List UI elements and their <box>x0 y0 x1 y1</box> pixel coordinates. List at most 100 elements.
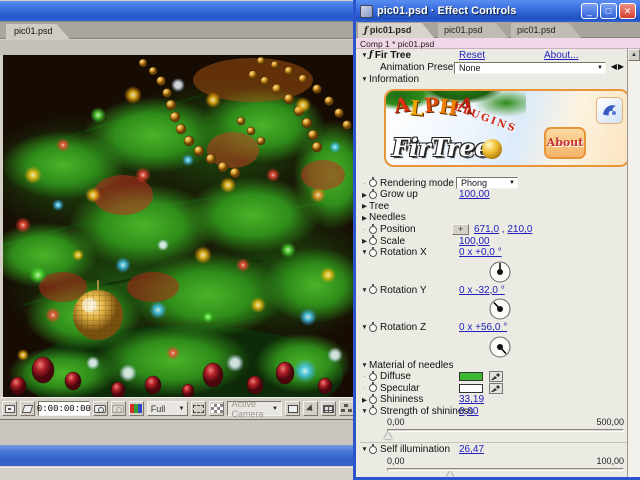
shininess-label: Shininess <box>380 394 423 405</box>
effect-name: Fir Tree <box>375 50 411 61</box>
wireframe-button[interactable] <box>285 401 300 416</box>
slider-handle[interactable] <box>384 432 392 439</box>
eyedropper-icon[interactable] <box>489 371 503 382</box>
about-link[interactable]: About... <box>544 50 578 61</box>
slider-min: 0,00 <box>387 417 405 427</box>
stopwatch-icon[interactable] <box>369 237 377 245</box>
position-x[interactable]: 671,0 <box>474 224 499 235</box>
animation-presets-dropdown[interactable]: None ▼ <box>454 62 606 74</box>
rotation-y-value[interactable]: 0 x -32,0 ° <box>459 285 505 296</box>
vertical-scrollbar[interactable]: ▲ <box>627 49 640 477</box>
timeline-window-titlebar[interactable] <box>0 445 356 466</box>
rotation-x-value[interactable]: 0 x +0,0 ° <box>459 247 502 258</box>
reset-link[interactable]: Reset <box>459 50 485 61</box>
grow-up-value[interactable]: 100,00 <box>459 189 490 200</box>
composition-image[interactable] <box>3 55 353 397</box>
timecode-display[interactable]: 0:00:00:00 <box>38 401 90 416</box>
strength-slider[interactable] <box>356 427 627 441</box>
position-y[interactable]: 210,0 <box>507 224 532 235</box>
stopwatch-icon[interactable] <box>369 286 377 294</box>
eyedropper-icon[interactable] <box>489 383 503 394</box>
flowchart-icon <box>341 404 352 413</box>
maximize-button[interactable]: □ <box>600 3 617 19</box>
tab-pic01-active[interactable]: ƒpic01.psd <box>358 23 434 38</box>
background-window-titlebar[interactable] <box>0 1 356 21</box>
chevron-down-icon: ▼ <box>597 65 603 71</box>
rgb-channels-icon <box>130 404 142 413</box>
effect-controls-titlebar[interactable]: pic01.psd · Effect Controls _ □ ✕ <box>356 0 640 22</box>
rotation-z-dial[interactable] <box>356 334 627 360</box>
transparency-grid-button[interactable] <box>209 401 224 416</box>
stopwatch-icon[interactable] <box>369 324 377 332</box>
collapse-arrow-icon[interactable]: ▼ <box>360 52 369 59</box>
resolution-dropdown[interactable]: Full▼ <box>147 401 189 416</box>
rendering-mode-label: Rendering mode <box>380 178 454 189</box>
slider-handle[interactable] <box>446 471 454 478</box>
expand-arrow-icon[interactable]: ▶ <box>360 202 369 210</box>
stopwatch-icon[interactable] <box>369 446 377 454</box>
collapse-arrow-icon[interactable]: ▼ <box>360 76 369 83</box>
close-button[interactable]: ✕ <box>619 3 636 19</box>
position-crosshair-button[interactable]: + <box>452 224 469 235</box>
composition-tab[interactable]: pic01.psd <box>6 24 71 40</box>
expand-arrow-icon[interactable]: ▶ <box>360 214 369 222</box>
composition-margin <box>0 40 356 55</box>
snapshot-button[interactable] <box>93 401 108 416</box>
page-arrows-icon[interactable]: ◀▶ <box>611 62 625 71</box>
stopwatch-icon[interactable] <box>369 384 377 392</box>
self-illumination-slider-range: 0,00 100,00 <box>356 456 627 466</box>
rotation-z-label: Rotation Z <box>380 322 426 333</box>
stopwatch-icon[interactable] <box>369 407 377 415</box>
magnification-button[interactable] <box>2 401 17 416</box>
scroll-up-button[interactable]: ▲ <box>628 49 640 61</box>
rotation-z-value[interactable]: 0 x +56,0 ° <box>459 322 507 333</box>
expand-arrow-icon[interactable]: ▶ <box>360 237 369 245</box>
rotation-y-dial[interactable] <box>356 296 627 322</box>
collapse-arrow-icon[interactable]: ▼ <box>360 446 369 453</box>
banner-about-button[interactable]: About <box>544 127 586 159</box>
alphaplugins-logo-icon[interactable] <box>596 97 623 124</box>
tab-pic01-3[interactable]: pic01.psd <box>511 23 581 38</box>
diffuse-label: Diffuse <box>380 371 411 382</box>
specular-color-swatch[interactable] <box>459 384 483 393</box>
window-title: pic01.psd · Effect Controls <box>377 5 516 17</box>
composition-window-bottom <box>0 419 356 445</box>
tab-pic01-2[interactable]: pic01.psd <box>438 23 508 38</box>
view-dropdown[interactable]: Active Camera▼ <box>227 401 282 416</box>
collapse-arrow-icon[interactable]: ▼ <box>360 362 369 369</box>
timeline-button[interactable] <box>321 401 336 416</box>
stopwatch-icon[interactable] <box>369 249 377 257</box>
show-channel-button[interactable] <box>129 401 144 416</box>
diffuse-color-swatch[interactable] <box>459 372 483 381</box>
stopwatch-icon[interactable] <box>369 191 377 199</box>
stopwatch-icon[interactable] <box>369 226 377 234</box>
show-snapshot-button[interactable] <box>111 401 126 416</box>
expand-arrow-icon[interactable]: ▶ <box>360 191 369 199</box>
safe-zones-icon <box>22 405 34 413</box>
self-illumination-slider[interactable] <box>356 466 627 478</box>
breadcrumb: Comp 1 * pic01.psd <box>356 38 640 49</box>
stopwatch-icon[interactable] <box>369 373 377 381</box>
scale-value[interactable]: 100,00 <box>459 236 490 247</box>
collapse-arrow-icon[interactable]: ▼ <box>360 408 369 415</box>
fast-previews-button[interactable] <box>303 401 318 416</box>
collapse-arrow-icon[interactable]: ▼ <box>360 287 369 294</box>
material-group-label: Material of needles <box>369 360 454 371</box>
flowchart-button[interactable] <box>339 401 354 416</box>
checkerboard-icon <box>211 404 223 413</box>
alphaplugins-banner[interactable]: ALPHA PLUGINS FirTree About <box>384 89 627 167</box>
minimize-button[interactable]: _ <box>581 3 598 19</box>
camera-icon <box>94 405 106 413</box>
region-of-interest-button[interactable] <box>191 401 206 416</box>
strength-of-shininess-value[interactable]: 0,00 <box>459 406 478 417</box>
shininess-value[interactable]: 33,19 <box>459 394 484 405</box>
rotation-x-dial[interactable] <box>356 259 627 285</box>
stopwatch-icon[interactable] <box>369 179 377 187</box>
collapse-arrow-icon[interactable]: ▼ <box>360 249 369 256</box>
expand-arrow-icon[interactable]: ▶ <box>360 396 369 404</box>
rendering-mode-dropdown[interactable]: Phong ▼ <box>456 177 518 189</box>
collapse-arrow-icon[interactable]: ▼ <box>360 324 369 331</box>
self-illumination-value[interactable]: 26,47 <box>459 444 484 455</box>
effect-controls-tabbar: ƒpic01.psd pic01.psd pic01.psd <box>356 22 640 38</box>
stopwatch-icon[interactable] <box>369 396 377 404</box>
